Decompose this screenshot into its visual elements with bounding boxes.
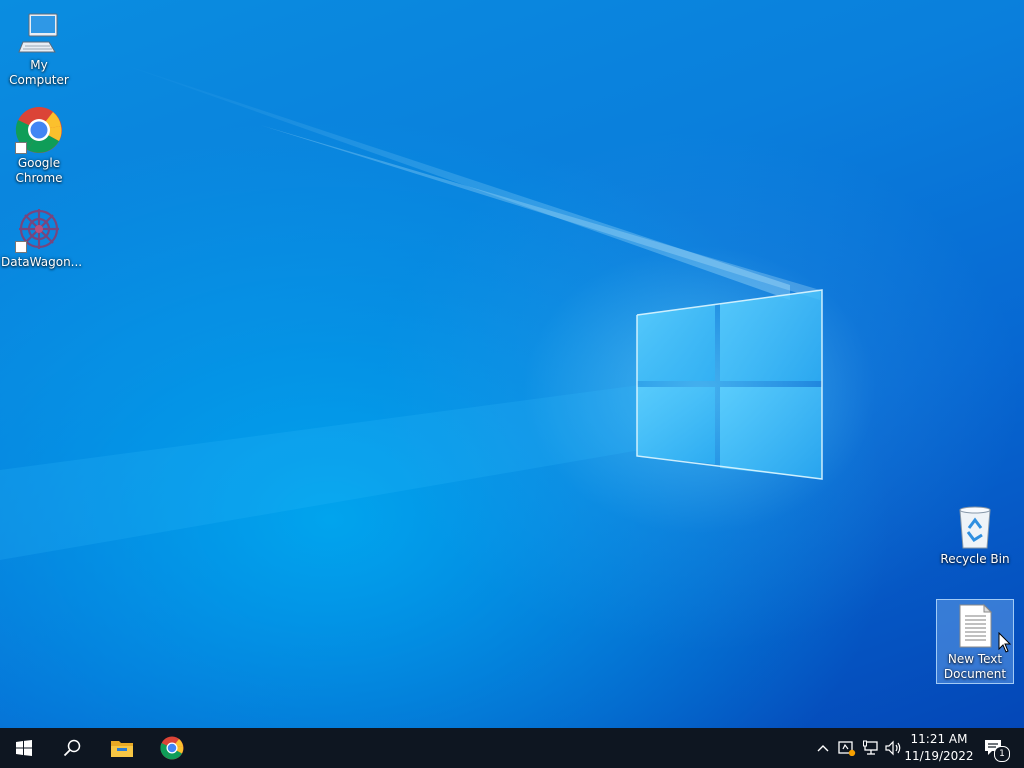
file-explorer-button[interactable] [98, 728, 146, 768]
desktop-icon-my-computer[interactable]: My Computer [1, 6, 77, 88]
chrome-taskbar-button[interactable] [148, 728, 196, 768]
start-button[interactable] [0, 728, 48, 768]
search-icon [63, 739, 81, 757]
search-button[interactable] [48, 728, 96, 768]
text-document-icon [951, 602, 999, 650]
desktop-icon-label: New Text Document [943, 652, 1007, 681]
wallpaper-light-beam [0, 60, 823, 560]
action-center-button[interactable]: 1 [980, 728, 1010, 768]
clock-date: 11/19/2022 [904, 749, 974, 763]
chevron-up-icon [817, 745, 829, 752]
desktop-icon-datawagon[interactable]: DataWagon... [1, 203, 83, 270]
windows-logo-icon [16, 740, 32, 756]
desktop-icon-label: DataWagon... [1, 255, 83, 269]
desktop-icon-recycle-bin[interactable]: Recycle Bin [937, 500, 1013, 567]
network-icon [863, 740, 878, 755]
desktop-icon-google-chrome[interactable]: Google Chrome [1, 104, 77, 186]
chrome-icon [15, 106, 63, 154]
desktop-icon-label: Google Chrome [15, 156, 63, 185]
datawagon-icon [15, 205, 63, 253]
desktop-icon-label: My Computer [9, 58, 69, 87]
desktop-icon-label: Recycle Bin [940, 552, 1010, 566]
clock-button[interactable]: 11:21 AM 11/19/2022 [904, 731, 974, 765]
tray-app-icon[interactable] [836, 728, 858, 768]
shortcut-arrow-icon [15, 241, 27, 253]
windows-logo-wallpaper [636, 289, 823, 480]
computer-icon [15, 8, 63, 56]
volume-icon [885, 740, 901, 756]
network-button[interactable] [860, 728, 882, 768]
shortcut-arrow-icon [15, 142, 27, 154]
desktop[interactable]: My Computer Google Chrome DataWagon... R… [0, 0, 1024, 728]
clock-time: 11:21 AM [910, 732, 968, 746]
notification-count-badge: 1 [994, 746, 1010, 762]
chrome-icon [160, 736, 184, 760]
volume-button[interactable] [883, 728, 905, 768]
mouse-cursor-icon [998, 632, 1012, 653]
taskbar: 11:21 AM 11/19/2022 1 [0, 728, 1024, 768]
show-hidden-icons-button[interactable] [814, 728, 832, 768]
recycle-bin-icon [951, 502, 999, 550]
security-warning-icon [838, 741, 856, 756]
folder-icon [111, 741, 133, 757]
